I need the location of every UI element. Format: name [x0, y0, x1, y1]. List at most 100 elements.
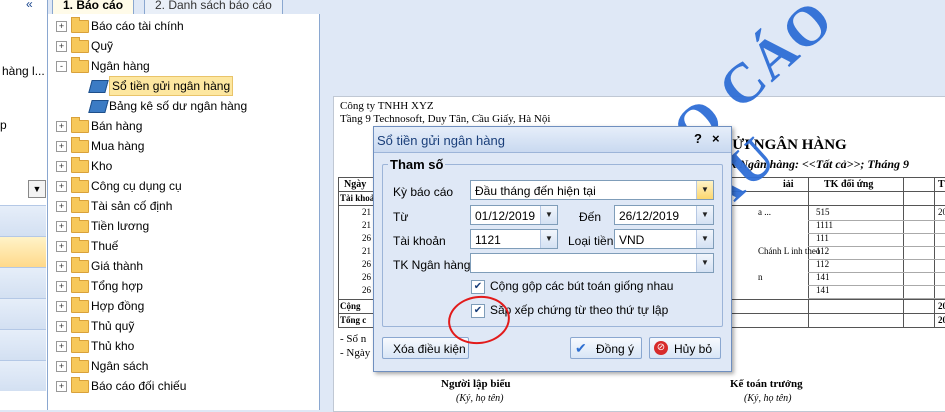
expand-icon[interactable]: +	[56, 221, 67, 232]
ky-bao-cao-value: Đầu tháng đến hiện tại	[475, 184, 596, 198]
tree-node[interactable]: + Báo cáo đối chiếu	[48, 377, 318, 395]
row-amount: 20	[938, 207, 945, 217]
loai-tien-select[interactable]: VND ▼	[614, 229, 714, 249]
tree-node-label: Quỹ	[91, 39, 114, 53]
den-date-field[interactable]: 26/12/2019 ▼	[614, 205, 714, 225]
chevron-down-icon[interactable]: ▼	[28, 180, 46, 198]
expand-icon[interactable]: +	[56, 261, 67, 272]
left-panel-band[interactable]	[0, 298, 46, 329]
folder-icon	[71, 277, 89, 293]
tk-ngan-hang-label: TK Ngân hàng	[393, 258, 471, 272]
ky-bao-cao-select[interactable]: Đầu tháng đến hiện tại ▼	[470, 180, 714, 200]
tree-node[interactable]: + Thủ quỹ	[48, 317, 318, 335]
expand-icon[interactable]: +	[56, 181, 67, 192]
report-book-icon	[88, 100, 109, 113]
tree-node[interactable]: + Quỹ	[48, 37, 318, 55]
tree-node-label: Thủ quỹ	[91, 319, 135, 333]
expand-icon[interactable]: +	[56, 41, 67, 52]
left-panel-item-text-2[interactable]: p	[0, 118, 7, 132]
note-so: - Sổ n	[340, 333, 367, 345]
tree-node[interactable]: + Báo cáo tài chính	[48, 17, 318, 35]
expand-icon[interactable]: +	[56, 281, 67, 292]
chevron-down-icon[interactable]: ▼	[696, 254, 713, 272]
row-ngay: 21	[362, 246, 371, 256]
left-panel-item-text[interactable]: hàng l...	[2, 64, 47, 78]
tree-node[interactable]: + Ngân sách	[48, 357, 318, 375]
tree-node[interactable]: + Công cụ dụng cụ	[48, 177, 318, 195]
huy-bo-button[interactable]: ⊘ Hủy bỏ	[649, 337, 721, 359]
tree-node[interactable]: + Mua hàng	[48, 137, 318, 155]
close-icon[interactable]: ×	[712, 131, 720, 146]
huy-bo-label: Hủy bỏ	[674, 342, 713, 356]
ky-bao-cao-label: Kỳ báo cáo	[393, 185, 454, 199]
tree-node-label: Tổng hợp	[91, 279, 143, 293]
signer1-subtitle: (Ký, họ tên)	[456, 393, 504, 404]
tree-node[interactable]: + Bán hàng	[48, 117, 318, 135]
chevron-down-icon[interactable]: ▼	[540, 230, 557, 248]
left-panel-band[interactable]	[0, 267, 46, 298]
tree-node-label: Kho	[91, 159, 113, 173]
cong-gop-checkbox[interactable]: ✔	[471, 280, 485, 294]
tree-node[interactable]: + Kho	[48, 157, 318, 175]
tu-date-field[interactable]: 01/12/2019 ▼	[470, 205, 558, 225]
expand-icon[interactable]: +	[56, 121, 67, 132]
tree-node[interactable]: + Tài sản cố định	[48, 197, 318, 215]
dong-y-button[interactable]: ✔ Đồng ý	[570, 337, 642, 359]
tree-node[interactable]: + Tổng hợp	[48, 277, 318, 295]
report-tree: + Báo cáo tài chính + Quỹ - Ngân hàng Sổ tiền …	[48, 14, 320, 410]
left-panel-band-selected[interactable]	[0, 236, 46, 267]
expand-icon[interactable]: +	[56, 341, 67, 352]
folder-icon	[71, 357, 89, 373]
chevron-down-icon[interactable]: ▼	[696, 206, 713, 224]
tree-node-label: Sổ tiền gửi ngân hàng	[109, 76, 234, 96]
expand-icon[interactable]: +	[56, 241, 67, 252]
row-dien-giai: n	[758, 272, 763, 282]
tab-bao-cao[interactable]: 1. Báo cáo	[52, 0, 135, 15]
tree-node[interactable]: + Thuế	[48, 237, 318, 255]
tree-node[interactable]: - Ngân hàng	[48, 57, 318, 75]
tree-node[interactable]: + Thủ kho	[48, 337, 318, 355]
left-panel-band[interactable]	[0, 329, 46, 360]
left-panel-band[interactable]	[0, 360, 46, 391]
tk-ngan-hang-select[interactable]: ▼	[470, 253, 714, 273]
expand-icon[interactable]: +	[56, 201, 67, 212]
col-header-dien-giai: iải	[783, 179, 794, 190]
tree-node[interactable]: + Hợp đồng	[48, 297, 318, 315]
expand-icon[interactable]: +	[56, 301, 67, 312]
tree-node[interactable]: Sổ tiền gửi ngân hàng	[48, 76, 318, 96]
folder-icon	[71, 57, 89, 73]
collapse-panel-button[interactable]: «	[26, 0, 46, 11]
note-ngay: - Ngày	[340, 347, 371, 359]
tree-node[interactable]: Bảng kê số dư ngân hàng	[48, 97, 318, 115]
row-cong: Cộng	[340, 301, 361, 311]
expand-icon[interactable]: +	[56, 321, 67, 332]
row-ngay: 26	[362, 259, 371, 269]
cong-gop-label: Cộng gộp các bút toán giống nhau	[490, 279, 674, 293]
chevron-down-icon[interactable]: ▼	[696, 230, 713, 248]
tree-node[interactable]: + Tiền lương	[48, 217, 318, 235]
collapse-icon[interactable]: -	[56, 61, 67, 72]
left-panel-band[interactable]	[0, 205, 46, 236]
row-tk-doi-ung: 1111	[816, 220, 833, 230]
folder-icon	[71, 237, 89, 253]
expand-icon[interactable]: +	[56, 361, 67, 372]
help-icon[interactable]: ?	[694, 131, 702, 146]
row-tk-doi-ung: 112	[816, 259, 830, 269]
folder-icon	[71, 157, 89, 173]
tab-danh-sach-bao-cao[interactable]: 2. Danh sách báo cáo	[144, 0, 283, 15]
row-tk-doi-ung: 112	[816, 246, 830, 256]
expand-icon[interactable]: +	[56, 161, 67, 172]
tree-node[interactable]: + Giá thành	[48, 257, 318, 275]
xoa-dieu-kien-button[interactable]: Xóa điều kiện	[382, 337, 469, 359]
expand-icon[interactable]: +	[56, 141, 67, 152]
expand-icon[interactable]: +	[56, 381, 67, 392]
folder-icon	[71, 137, 89, 153]
folder-icon	[71, 17, 89, 33]
row-tong: Tổng c	[340, 315, 367, 325]
chevron-down-icon[interactable]: ▼	[696, 181, 713, 199]
chevron-down-icon[interactable]: ▼	[540, 206, 557, 224]
company-address: Tầng 9 Technosoft, Duy Tân, Cầu Giấy, Hà…	[340, 113, 551, 125]
expand-icon[interactable]: +	[56, 21, 67, 32]
tai-khoan-select[interactable]: 1121 ▼	[470, 229, 558, 249]
col-header-tk-doi-ung: TK đối ứng	[824, 179, 874, 190]
